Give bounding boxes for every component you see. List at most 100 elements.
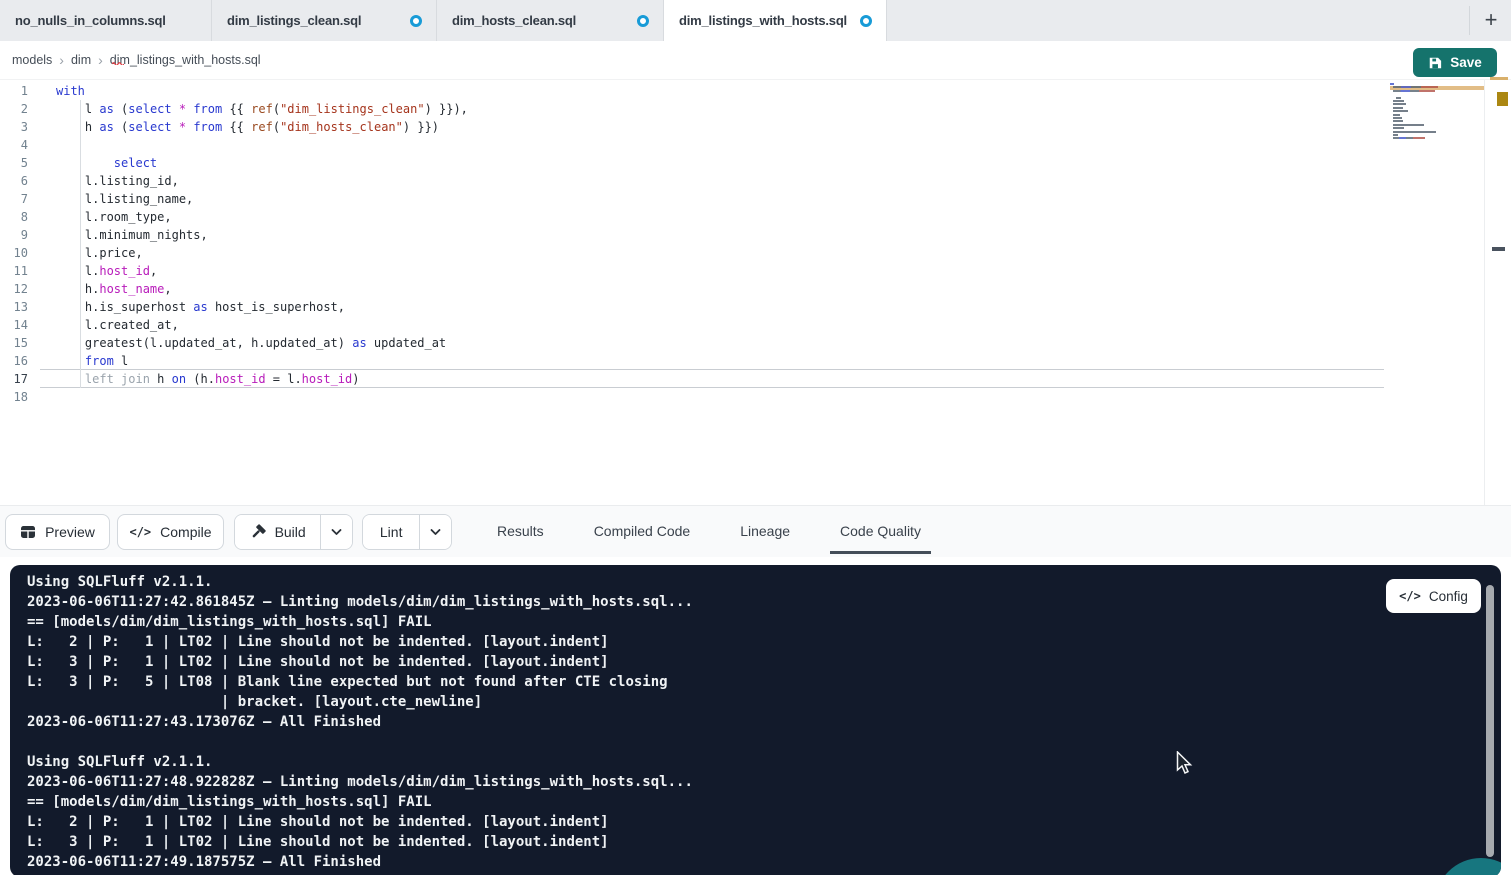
dbt-cloud-ide: no_nulls_in_columns.sql dim_listings_clea… — [0, 0, 1511, 875]
minimap-line — [1393, 100, 1404, 102]
terminal-line: 2023-06-06T11:27:48.922828Z – Linting mo… — [27, 772, 1501, 792]
code-line[interactable]: 14 l.created_at, — [0, 316, 1484, 334]
lint-button[interactable]: Lint — [363, 515, 419, 549]
line-number: 3 — [0, 118, 44, 136]
build-button-group: Build — [234, 514, 353, 550]
lint-button-group: Lint — [362, 514, 452, 550]
breadcrumb-item[interactable]: dim_listings_with_hosts.sql — [110, 53, 261, 67]
code-line[interactable]: 2 l as (select * from {{ ref("dim_listin… — [0, 100, 1484, 118]
code-icon: </> — [1399, 589, 1421, 603]
line-number: 10 — [0, 244, 44, 262]
panel-tab-code-quality[interactable]: Code Quality — [830, 505, 931, 557]
line-number: 7 — [0, 190, 44, 208]
line-number: 8 — [0, 208, 44, 226]
terminal-line: 2023-06-06T11:27:42.861845Z – Linting mo… — [27, 592, 1501, 612]
unsaved-changes-dot-icon — [637, 15, 649, 27]
code-editor[interactable]: 1with2 l as (select * from {{ ref("dim_l… — [0, 80, 1484, 505]
code-text: l.created_at, — [44, 316, 179, 334]
code-line[interactable]: 3 h as (select * from {{ ref("dim_hosts_… — [0, 118, 1484, 136]
terminal-panel: Using SQLFluff v2.1.1.2023-06-06T11:27:4… — [10, 565, 1501, 875]
code-text: with — [44, 82, 85, 100]
line-number: 4 — [0, 136, 44, 154]
minimap-line — [1393, 117, 1402, 119]
minimap-line — [1393, 120, 1403, 122]
minimap-line — [1393, 110, 1407, 112]
preview-grid-icon — [20, 524, 36, 540]
code-line[interactable]: 6 l.listing_id, — [0, 172, 1484, 190]
config-label: Config — [1429, 589, 1468, 604]
minimap-line — [1393, 86, 1438, 88]
terminal-line — [27, 732, 1501, 752]
panel-tab-results[interactable]: Results — [487, 505, 554, 557]
code-line[interactable]: 7 l.listing_name, — [0, 190, 1484, 208]
tab-label: dim_hosts_clean.sql — [452, 13, 576, 28]
tab-dim_hosts_clean.sql[interactable]: dim_hosts_clean.sql — [437, 0, 664, 41]
code-line[interactable]: 17 left join h on (h.host_id = l.host_id… — [0, 370, 1484, 388]
terminal-line: | bracket. [layout.cte_newline] — [27, 692, 1501, 712]
code-text: left join h on (h.host_id = l.host_id) — [44, 370, 359, 388]
terminal-line: L: 2 | P: 1 | LT02 | Line should not be … — [27, 812, 1501, 832]
minimap-line — [1393, 107, 1403, 109]
tab-label: dim_listings_with_hosts.sql — [679, 13, 847, 28]
terminal-line: L: 3 | P: 5 | LT08 | Blank line expected… — [27, 672, 1501, 692]
lint-options-button[interactable] — [419, 515, 451, 549]
code-line[interactable]: 13 h.is_superhost as host_is_superhost, — [0, 298, 1484, 316]
line-number: 13 — [0, 298, 44, 316]
code-line[interactable]: 11 l.host_id, — [0, 262, 1484, 280]
line-number: 2 — [0, 100, 44, 118]
breadcrumb-item[interactable]: models — [12, 53, 52, 67]
config-button[interactable]: </> Config — [1386, 579, 1481, 613]
code-line[interactable]: 4 — [0, 136, 1484, 154]
ruler-modified-marker — [1490, 77, 1508, 80]
code-text — [44, 136, 56, 154]
tab-dim_listings_clean.sql[interactable]: dim_listings_clean.sql — [212, 0, 437, 41]
terminal-line: L: 2 | P: 1 | LT02 | Line should not be … — [27, 632, 1501, 652]
line-number: 16 — [0, 352, 44, 370]
unsaved-changes-dot-icon — [860, 15, 872, 27]
minimap[interactable] — [1390, 82, 1484, 157]
code-line[interactable]: 9 l.minimum_nights, — [0, 226, 1484, 244]
code-text: greatest(l.updated_at, h.updated_at) as … — [44, 334, 446, 352]
tab-no_nulls_in_columns.sql[interactable]: no_nulls_in_columns.sql — [0, 0, 212, 41]
panel-tab-lineage[interactable]: Lineage — [730, 505, 800, 557]
minimap-line — [1393, 90, 1435, 92]
minimap-line — [1393, 131, 1436, 133]
save-button[interactable]: Save — [1413, 48, 1497, 77]
tab-dim_listings_with_hosts.sql[interactable]: dim_listings_with_hosts.sql — [664, 0, 887, 41]
code-text: from l — [44, 352, 128, 370]
code-line[interactable]: 18 — [0, 388, 1484, 406]
code-line[interactable]: 10 l.price, — [0, 244, 1484, 262]
tab-label: dim_listings_clean.sql — [227, 13, 361, 28]
new-tab-button[interactable]: + — [1478, 7, 1504, 33]
code-line[interactable]: 1with — [0, 82, 1484, 100]
save-label: Save — [1450, 55, 1482, 70]
compile-button[interactable]: </> Compile — [117, 514, 224, 550]
breadcrumb-item[interactable]: dim — [71, 53, 91, 67]
code-line[interactable]: 15 greatest(l.updated_at, h.updated_at) … — [0, 334, 1484, 352]
terminal-line: L: 3 | P: 1 | LT02 | Line should not be … — [27, 832, 1501, 852]
code-text: l.host_id, — [44, 262, 157, 280]
line-number: 11 — [0, 262, 44, 280]
code-line[interactable]: 12 h.host_name, — [0, 280, 1484, 298]
code-line[interactable]: 8 l.room_type, — [0, 208, 1484, 226]
code-text: l as (select * from {{ ref("dim_listings… — [44, 100, 468, 118]
line-number: 6 — [0, 172, 44, 190]
terminal-line: 2023-06-06T11:27:43.173076Z – All Finish… — [27, 712, 1501, 732]
code-text: l.listing_id, — [44, 172, 179, 190]
code-line[interactable]: 16 from l — [0, 352, 1484, 370]
minimap-line — [1393, 124, 1424, 126]
breadcrumb: models›dim›dim_listings_with_hosts.sql — [0, 41, 1511, 80]
terminal-output: Using SQLFluff v2.1.1.2023-06-06T11:27:4… — [10, 565, 1501, 872]
minimap-line — [1393, 114, 1400, 116]
preview-label: Preview — [45, 524, 95, 540]
chevron-right-icon: › — [98, 52, 103, 68]
preview-button[interactable]: Preview — [5, 514, 110, 550]
panel-tab-compiled-code[interactable]: Compiled Code — [584, 505, 701, 557]
code-text: l.room_type, — [44, 208, 172, 226]
build-options-button[interactable] — [320, 515, 352, 549]
build-button[interactable]: Build — [235, 515, 320, 549]
terminal-line: == [models/dim/dim_listings_with_hosts.s… — [27, 612, 1501, 632]
tabbar-divider — [1469, 6, 1470, 35]
code-line[interactable]: 5 select — [0, 154, 1484, 172]
terminal-scrollbar[interactable] — [1486, 585, 1494, 857]
